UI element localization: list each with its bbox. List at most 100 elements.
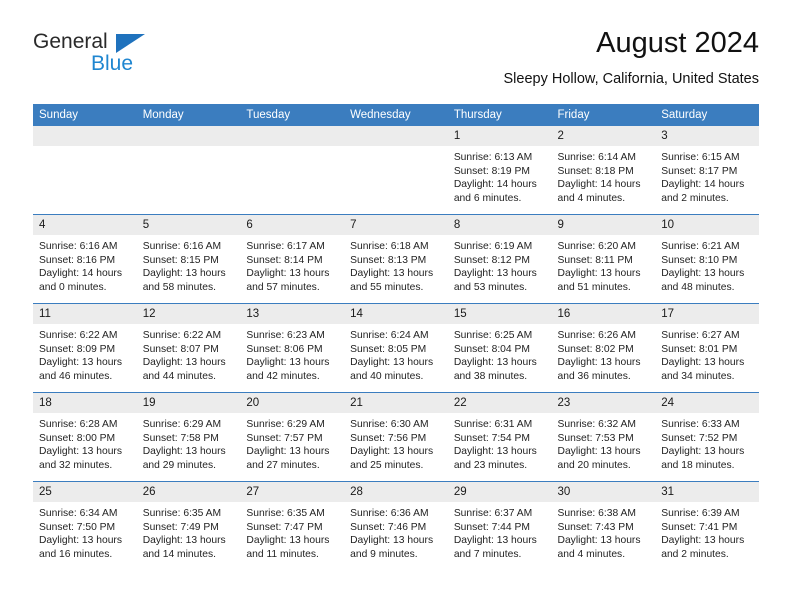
day-cell[interactable]: 6 Sunrise: 6:17 AM Sunset: 8:14 PM Dayli…: [240, 214, 345, 304]
sunset-text: Sunset: 7:58 PM: [142, 432, 219, 444]
weekday-header-tuesday: Tuesday: [240, 104, 345, 126]
day-cell[interactable]: 1 Sunrise: 6:13 AM Sunset: 8:19 PM Dayli…: [447, 126, 552, 215]
daylight-text-line2: and 46 minutes.: [39, 370, 113, 382]
day-cell[interactable]: [136, 126, 241, 215]
day-cell[interactable]: 13 Sunrise: 6:23 AM Sunset: 8:06 PM Dayl…: [240, 303, 345, 393]
day-cell[interactable]: 24 Sunrise: 6:33 AM Sunset: 7:52 PM Dayl…: [655, 392, 759, 482]
daylight-text-line2: and 25 minutes.: [350, 459, 424, 471]
sunset-text: Sunset: 8:00 PM: [39, 432, 116, 444]
day-cell[interactable]: 18 Sunrise: 6:28 AM Sunset: 8:00 PM Dayl…: [33, 392, 137, 482]
day-cell[interactable]: [33, 126, 137, 215]
sunset-text: Sunset: 8:15 PM: [142, 254, 219, 266]
day-details: Sunrise: 6:33 AM Sunset: 7:52 PM Dayligh…: [655, 413, 759, 472]
day-cell[interactable]: [240, 126, 345, 215]
sunset-text: Sunset: 7:44 PM: [453, 521, 530, 533]
sunset-text: Sunset: 8:16 PM: [39, 254, 116, 266]
day-cell[interactable]: 31 Sunrise: 6:39 AM Sunset: 7:41 PM Dayl…: [655, 481, 759, 570]
day-cell[interactable]: 15 Sunrise: 6:25 AM Sunset: 8:04 PM Dayl…: [447, 303, 552, 393]
day-number: [344, 126, 448, 146]
daylight-text-line2: and 2 minutes.: [661, 548, 729, 560]
day-cell[interactable]: 25 Sunrise: 6:34 AM Sunset: 7:50 PM Dayl…: [33, 481, 137, 570]
day-cell[interactable]: 11 Sunrise: 6:22 AM Sunset: 8:09 PM Dayl…: [33, 303, 137, 393]
day-cell[interactable]: 5 Sunrise: 6:16 AM Sunset: 8:15 PM Dayli…: [136, 214, 241, 304]
day-number: 12: [136, 304, 241, 324]
day-cell[interactable]: 21 Sunrise: 6:30 AM Sunset: 7:56 PM Dayl…: [344, 392, 448, 482]
day-cell[interactable]: 12 Sunrise: 6:22 AM Sunset: 8:07 PM Dayl…: [136, 303, 241, 393]
day-number: 1: [447, 126, 552, 146]
sunset-text: Sunset: 8:14 PM: [246, 254, 323, 266]
sunrise-text: Sunrise: 6:29 AM: [142, 419, 222, 430]
day-number: 9: [551, 215, 656, 235]
sunset-text: Sunset: 7:57 PM: [246, 432, 323, 444]
sunrise-text: Sunrise: 6:20 AM: [557, 241, 636, 252]
day-cell[interactable]: 14 Sunrise: 6:24 AM Sunset: 8:05 PM Dayl…: [344, 303, 448, 393]
day-cell[interactable]: 19 Sunrise: 6:29 AM Sunset: 7:58 PM Dayl…: [136, 392, 241, 482]
daylight-text-line2: and 32 minutes.: [39, 459, 113, 471]
daylight-text-line2: and 55 minutes.: [350, 281, 424, 293]
day-cell[interactable]: 4 Sunrise: 6:16 AM Sunset: 8:16 PM Dayli…: [33, 214, 137, 304]
day-cell[interactable]: 17 Sunrise: 6:27 AM Sunset: 8:01 PM Dayl…: [655, 303, 759, 393]
sunrise-text: Sunrise: 6:28 AM: [39, 419, 118, 430]
daylight-text-line2: and 6 minutes.: [453, 192, 522, 204]
sunrise-text: Sunrise: 6:17 AM: [246, 241, 325, 252]
day-cell[interactable]: 27 Sunrise: 6:35 AM Sunset: 7:47 PM Dayl…: [240, 481, 345, 570]
daylight-text-line2: and 40 minutes.: [350, 370, 424, 382]
sunrise-text: Sunrise: 6:29 AM: [246, 419, 325, 430]
day-number: 21: [344, 393, 448, 413]
day-cell[interactable]: 22 Sunrise: 6:31 AM Sunset: 7:54 PM Dayl…: [447, 392, 552, 482]
sunrise-text: Sunrise: 6:33 AM: [661, 419, 740, 430]
day-details: Sunrise: 6:30 AM Sunset: 7:56 PM Dayligh…: [344, 413, 448, 472]
day-details: Sunrise: 6:22 AM Sunset: 8:09 PM Dayligh…: [33, 324, 137, 383]
sunset-text: Sunset: 7:54 PM: [453, 432, 530, 444]
general-blue-logo[interactable]: General Blue: [33, 31, 163, 81]
day-number: 20: [240, 393, 345, 413]
day-cell[interactable]: 28 Sunrise: 6:36 AM Sunset: 7:46 PM Dayl…: [344, 481, 448, 570]
day-number: 14: [344, 304, 448, 324]
day-cell[interactable]: [344, 126, 448, 215]
day-cell[interactable]: 3 Sunrise: 6:15 AM Sunset: 8:17 PM Dayli…: [655, 126, 759, 215]
day-cell[interactable]: 9 Sunrise: 6:20 AM Sunset: 8:11 PM Dayli…: [551, 214, 656, 304]
daylight-text-line1: Daylight: 13 hours: [350, 535, 434, 546]
daylight-text-line1: Daylight: 13 hours: [142, 357, 226, 368]
sunset-text: Sunset: 7:46 PM: [350, 521, 427, 533]
daylight-text-line1: Daylight: 13 hours: [557, 357, 641, 368]
day-details: Sunrise: 6:16 AM Sunset: 8:16 PM Dayligh…: [33, 235, 137, 294]
sunrise-text: Sunrise: 6:26 AM: [557, 330, 636, 341]
day-number: 29: [447, 482, 552, 502]
week-row: 1 Sunrise: 6:13 AM Sunset: 8:19 PM Dayli…: [33, 126, 759, 215]
day-details: Sunrise: 6:25 AM Sunset: 8:04 PM Dayligh…: [448, 324, 552, 383]
day-cell[interactable]: 29 Sunrise: 6:37 AM Sunset: 7:44 PM Dayl…: [447, 481, 552, 570]
daylight-text-line1: Daylight: 13 hours: [557, 446, 641, 457]
day-cell[interactable]: 7 Sunrise: 6:18 AM Sunset: 8:13 PM Dayli…: [344, 214, 448, 304]
day-details: Sunrise: 6:19 AM Sunset: 8:12 PM Dayligh…: [448, 235, 552, 294]
daylight-text-line2: and 42 minutes.: [246, 370, 320, 382]
day-cell[interactable]: 26 Sunrise: 6:35 AM Sunset: 7:49 PM Dayl…: [136, 481, 241, 570]
day-cell[interactable]: 23 Sunrise: 6:32 AM Sunset: 7:53 PM Dayl…: [551, 392, 656, 482]
sunrise-text: Sunrise: 6:14 AM: [557, 152, 636, 163]
day-number: 16: [551, 304, 656, 324]
day-number: 18: [33, 393, 137, 413]
day-number: 30: [551, 482, 656, 502]
day-cell[interactable]: 30 Sunrise: 6:38 AM Sunset: 7:43 PM Dayl…: [551, 481, 656, 570]
calendar-body: 1 Sunrise: 6:13 AM Sunset: 8:19 PM Dayli…: [33, 126, 759, 570]
sunset-text: Sunset: 7:53 PM: [557, 432, 634, 444]
day-number: 2: [551, 126, 656, 146]
daylight-text-line2: and 2 minutes.: [661, 192, 729, 204]
day-cell[interactable]: 8 Sunrise: 6:19 AM Sunset: 8:12 PM Dayli…: [447, 214, 552, 304]
day-number: 25: [33, 482, 137, 502]
day-cell[interactable]: 20 Sunrise: 6:29 AM Sunset: 7:57 PM Dayl…: [240, 392, 345, 482]
daylight-text-line1: Daylight: 13 hours: [246, 357, 330, 368]
day-cell[interactable]: 10 Sunrise: 6:21 AM Sunset: 8:10 PM Dayl…: [655, 214, 759, 304]
weekday-header-sunday: Sunday: [33, 104, 137, 126]
daylight-text-line1: Daylight: 13 hours: [246, 268, 330, 279]
daylight-text-line1: Daylight: 13 hours: [142, 268, 226, 279]
weekday-header-friday: Friday: [551, 104, 656, 126]
day-cell[interactable]: 2 Sunrise: 6:14 AM Sunset: 8:18 PM Dayli…: [551, 126, 656, 215]
day-cell[interactable]: 16 Sunrise: 6:26 AM Sunset: 8:02 PM Dayl…: [551, 303, 656, 393]
daylight-text-line2: and 44 minutes.: [142, 370, 216, 382]
week-row: 25 Sunrise: 6:34 AM Sunset: 7:50 PM Dayl…: [33, 481, 759, 570]
sunset-text: Sunset: 7:49 PM: [142, 521, 219, 533]
daylight-text-line1: Daylight: 13 hours: [350, 446, 434, 457]
sunset-text: Sunset: 8:17 PM: [661, 165, 738, 177]
daylight-text-line1: Daylight: 13 hours: [39, 446, 122, 457]
